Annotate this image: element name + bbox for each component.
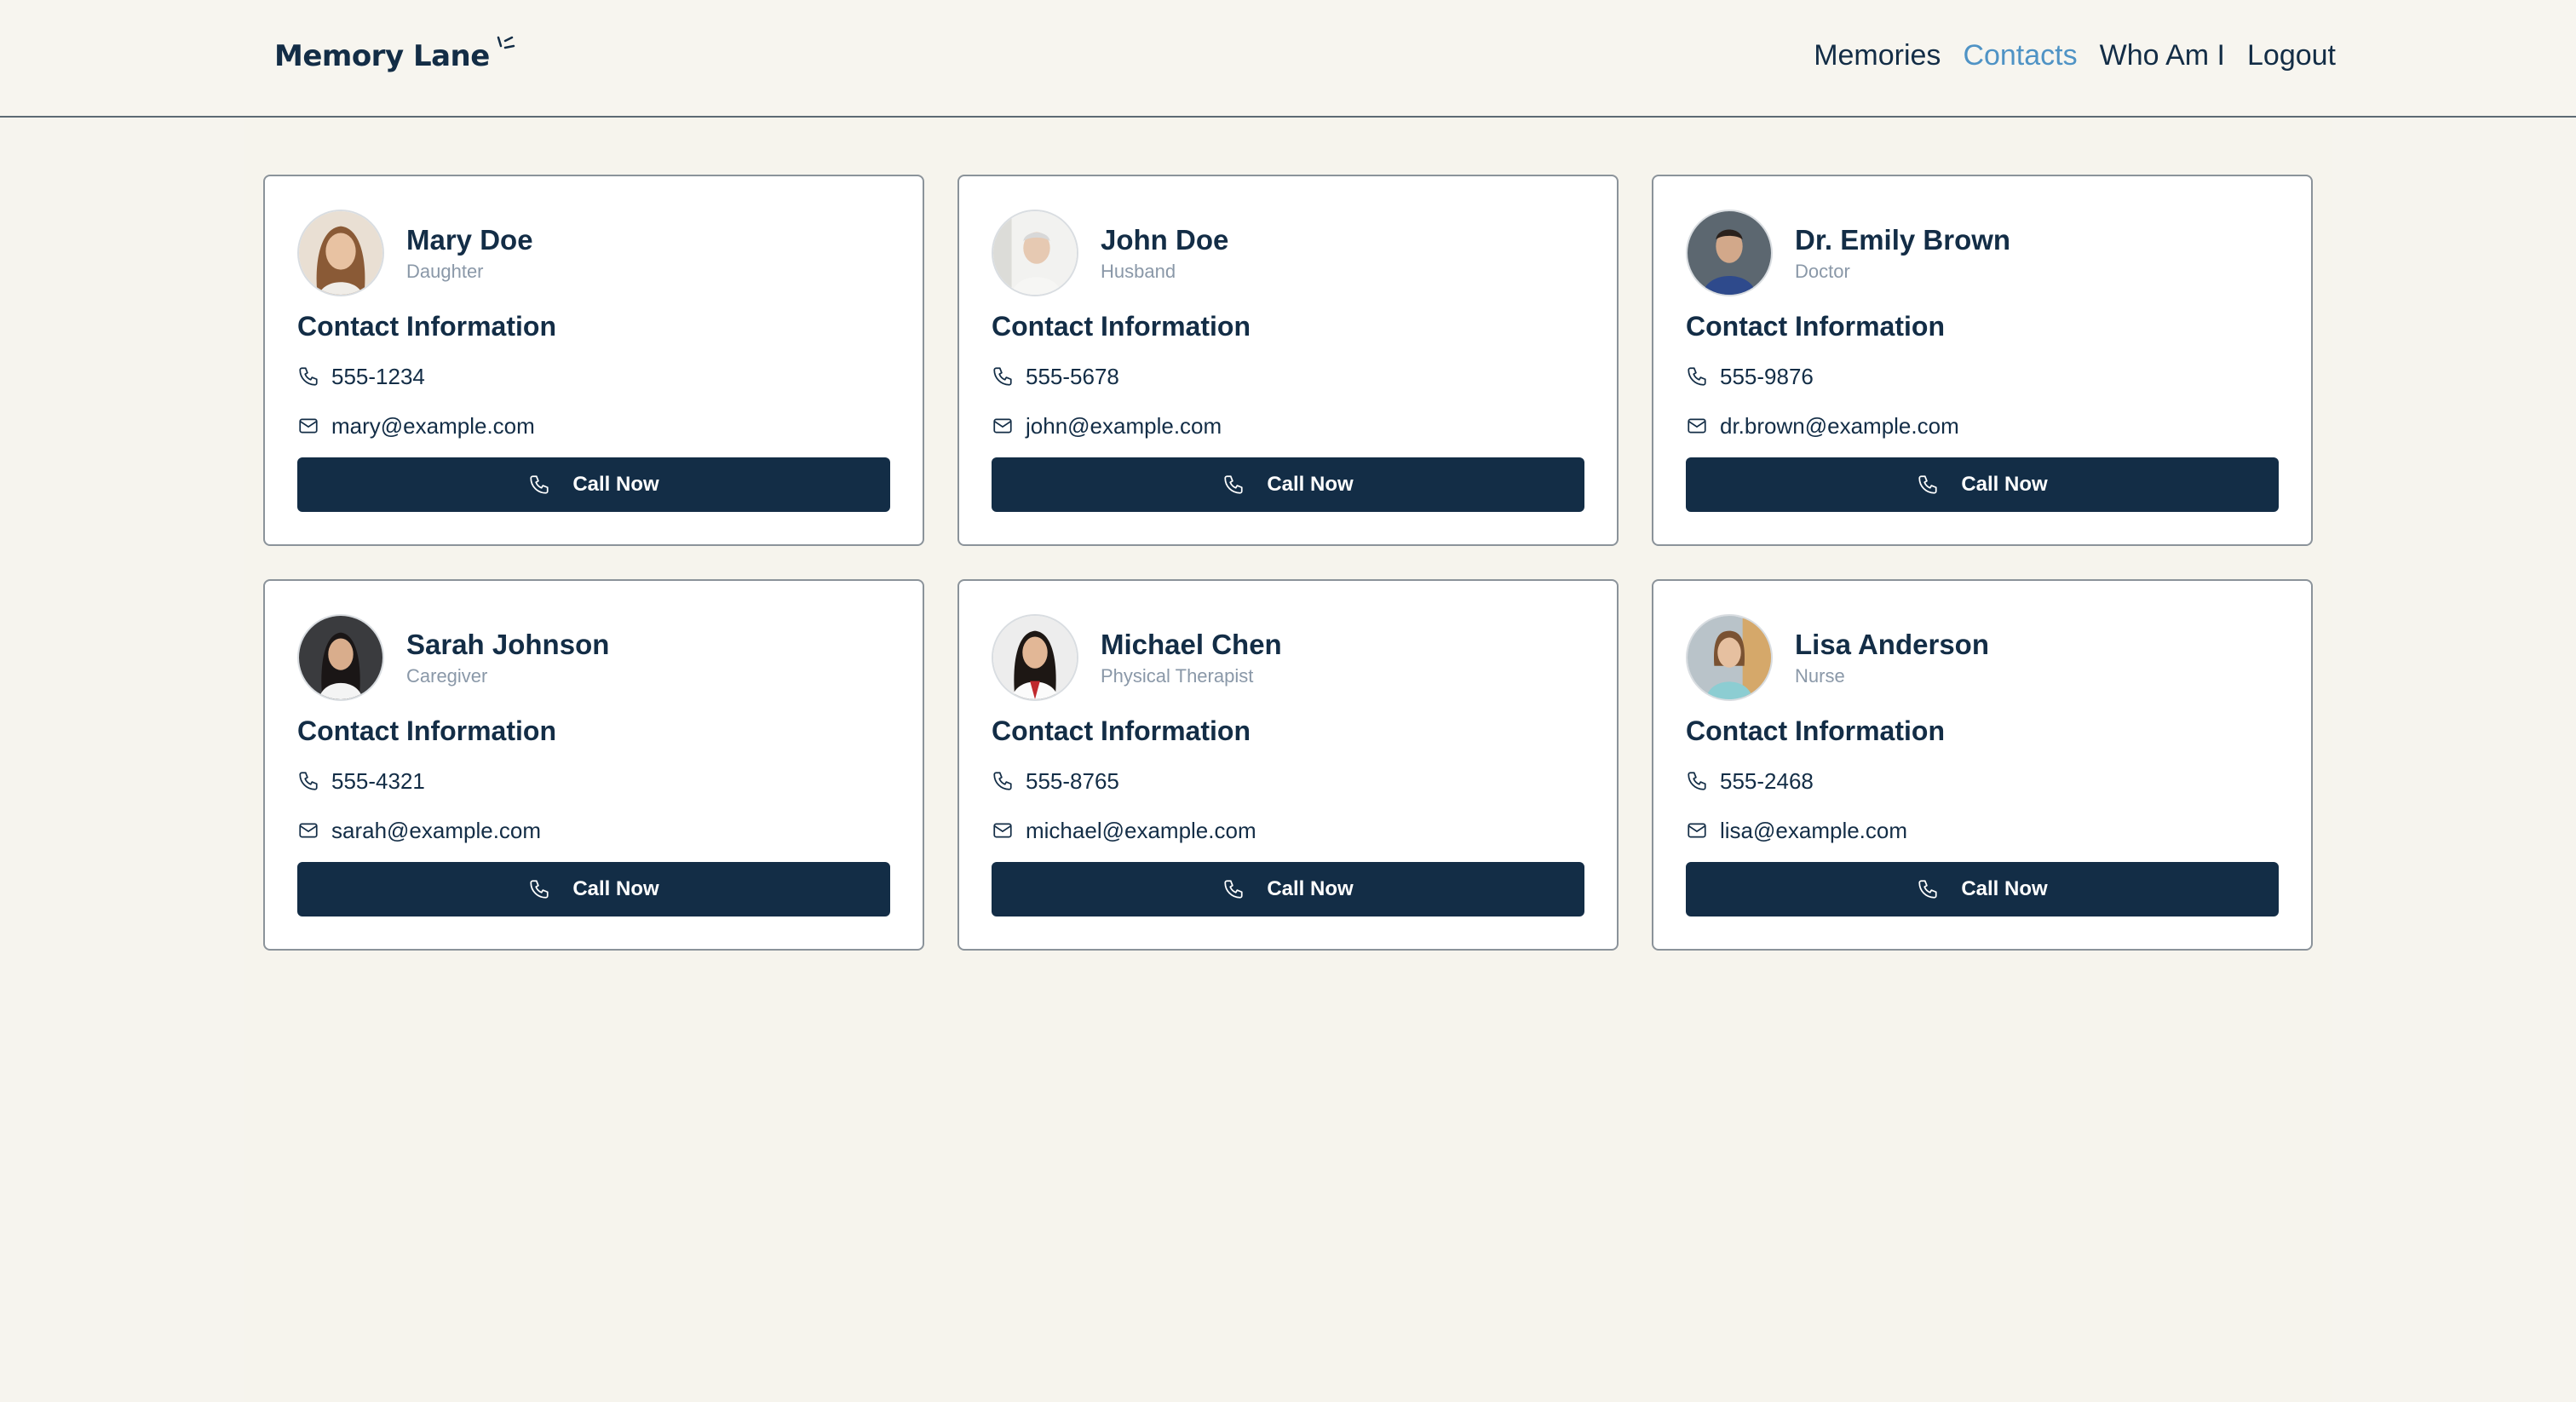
- email-row: dr.brown@example.com: [1686, 410, 2279, 442]
- section-title: Contact Information: [1686, 715, 1945, 746]
- section-title: Contact Information: [297, 311, 556, 342]
- avatar: [992, 210, 1078, 296]
- call-now-label: Call Now: [1961, 473, 2048, 496]
- phone-icon: [1224, 880, 1243, 899]
- phone-number: 555-1234: [331, 363, 425, 389]
- email-address: john@example.com: [1026, 412, 1222, 439]
- contact-card: Dr. Emily Brown Doctor Contact Informati…: [1652, 175, 2313, 546]
- call-now-button[interactable]: Call Now: [992, 457, 1584, 512]
- email-row: mary@example.com: [297, 410, 890, 442]
- nav-logout[interactable]: Logout: [2247, 39, 2336, 72]
- phone-number: 555-2468: [1720, 767, 1814, 794]
- email-row: sarah@example.com: [297, 814, 890, 847]
- contact-name: John Doe: [1101, 224, 1229, 256]
- contact-card: Mary Doe Daughter Contact Information 55…: [263, 175, 924, 546]
- contact-name: Lisa Anderson: [1795, 629, 1989, 660]
- section-title: Contact Information: [297, 715, 556, 746]
- phone-number: 555-9876: [1720, 363, 1814, 389]
- call-now-button[interactable]: Call Now: [297, 862, 890, 916]
- contact-name: Mary Doe: [406, 224, 533, 256]
- contact-role: Caregiver: [406, 665, 488, 687]
- phone-icon: [1918, 475, 1937, 494]
- avatar: [1686, 614, 1773, 701]
- section-title: Contact Information: [1686, 311, 1945, 342]
- mail-icon: [1688, 823, 1706, 838]
- contact-card: Sarah Johnson Caregiver Contact Informat…: [263, 579, 924, 951]
- main-nav: Memories Contacts Who Am I Logout: [1814, 39, 2336, 72]
- email-row: lisa@example.com: [1686, 814, 2279, 847]
- phone-row: 555-5678: [992, 360, 1584, 393]
- contact-card: John Doe Husband Contact Information 555…: [957, 175, 1619, 546]
- phone-row: 555-4321: [297, 765, 890, 797]
- top-navbar: Memory Lane Memories Contacts Who Am I L…: [0, 0, 2576, 118]
- phone-row: 555-8765: [992, 765, 1584, 797]
- mail-icon: [1688, 418, 1706, 434]
- phone-number: 555-4321: [331, 767, 425, 794]
- email-address: lisa@example.com: [1720, 817, 1908, 843]
- phone-row: 555-9876: [1686, 360, 2279, 393]
- contact-name: Dr. Emily Brown: [1795, 224, 2011, 256]
- call-now-button[interactable]: Call Now: [1686, 457, 2279, 512]
- app-logo[interactable]: Memory Lane: [274, 36, 515, 73]
- call-now-button[interactable]: Call Now: [297, 457, 890, 512]
- mail-icon: [299, 823, 318, 838]
- email-row: michael@example.com: [992, 814, 1584, 847]
- contact-role: Doctor: [1795, 261, 1850, 282]
- nav-who-am-i[interactable]: Who Am I: [2100, 39, 2225, 72]
- contact-role: Nurse: [1795, 665, 1845, 687]
- call-now-label: Call Now: [1267, 877, 1354, 900]
- contact-name: Michael Chen: [1101, 629, 1282, 660]
- mail-icon: [299, 418, 318, 434]
- email-address: dr.brown@example.com: [1720, 412, 1959, 439]
- mail-icon: [993, 418, 1012, 434]
- phone-icon: [993, 367, 1012, 386]
- call-now-button[interactable]: Call Now: [1686, 862, 2279, 916]
- phone-row: 555-1234: [297, 360, 890, 393]
- phone-number: 555-5678: [1026, 363, 1119, 389]
- phone-icon: [299, 367, 318, 386]
- contact-role: Husband: [1101, 261, 1176, 282]
- avatar: [297, 210, 384, 296]
- call-now-label: Call Now: [1961, 877, 2048, 900]
- contacts-grid: Mary Doe Daughter Contact Information 55…: [263, 175, 2313, 951]
- section-title: Contact Information: [992, 311, 1251, 342]
- contact-card: Lisa Anderson Nurse Contact Information …: [1652, 579, 2313, 951]
- avatar: [297, 614, 384, 701]
- phone-icon: [993, 772, 1012, 790]
- contact-role: Physical Therapist: [1101, 665, 1254, 687]
- call-now-button[interactable]: Call Now: [992, 862, 1584, 916]
- email-row: john@example.com: [992, 410, 1584, 442]
- nav-contacts[interactable]: Contacts: [1963, 39, 2077, 72]
- contact-card: Michael Chen Physical Therapist Contact …: [957, 579, 1619, 951]
- contact-name: Sarah Johnson: [406, 629, 610, 660]
- phone-icon: [1224, 475, 1243, 494]
- phone-icon: [1918, 880, 1937, 899]
- phone-icon: [1688, 772, 1706, 790]
- app-logo-text: Memory Lane: [274, 39, 490, 73]
- phone-row: 555-2468: [1686, 765, 2279, 797]
- email-address: sarah@example.com: [331, 817, 542, 843]
- phone-icon: [299, 772, 318, 790]
- sparkle-icon: [497, 36, 515, 49]
- contact-role: Daughter: [406, 261, 484, 282]
- avatar: [1686, 210, 1773, 296]
- email-address: mary@example.com: [331, 412, 535, 439]
- mail-icon: [993, 823, 1012, 838]
- phone-number: 555-8765: [1026, 767, 1119, 794]
- call-now-label: Call Now: [1267, 473, 1354, 496]
- email-address: michael@example.com: [1026, 817, 1256, 843]
- avatar: [992, 614, 1078, 701]
- section-title: Contact Information: [992, 715, 1251, 746]
- phone-icon: [1688, 367, 1706, 386]
- call-now-label: Call Now: [572, 877, 659, 900]
- phone-icon: [530, 475, 549, 494]
- phone-icon: [530, 880, 549, 899]
- nav-memories[interactable]: Memories: [1814, 39, 1941, 72]
- call-now-label: Call Now: [572, 473, 659, 496]
